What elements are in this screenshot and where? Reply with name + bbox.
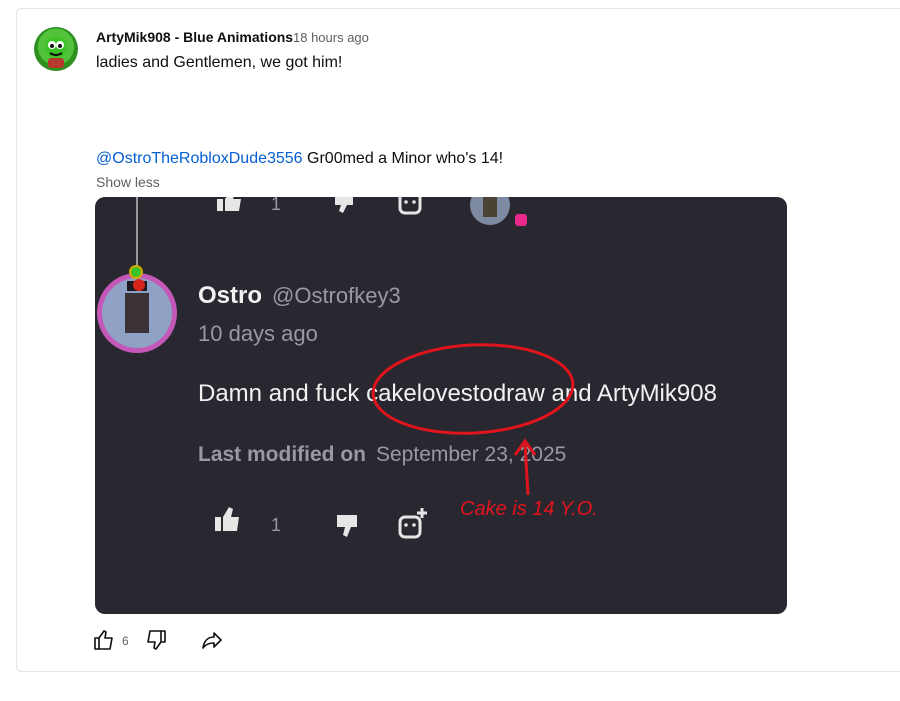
screenshot-user-avatar	[97, 265, 177, 353]
screenshot-thumbs-up-icon	[215, 507, 239, 531]
top-thumbs-down-icon	[335, 197, 353, 213]
like-button[interactable]	[92, 628, 116, 657]
modified-label: Last modified on	[198, 443, 366, 466]
screenshot-username: Ostro	[198, 282, 262, 309]
comment-text-rest: Gr00med a Minor who's 14!	[302, 150, 504, 167]
comment-author[interactable]: ArtyMik908 - Blue Animations	[96, 29, 293, 45]
thumbs-down-icon	[147, 630, 166, 650]
top-like-count: 1	[271, 197, 281, 214]
attached-screenshot: 1 Ostro @Ostrofkey3 10 days ago Damn and…	[95, 197, 787, 614]
red-annotation: Cake is 14 Y.O.	[371, 343, 598, 520]
screenshot-sticker-icon	[398, 508, 427, 539]
annotation-text: Cake is 14 Y.O.	[460, 498, 598, 520]
screenshot-time: 10 days ago	[198, 321, 318, 346]
top-avatar-icon	[470, 197, 527, 226]
top-sticker-icon	[398, 197, 422, 215]
screenshot-handle: @Ostrofkey3	[272, 283, 401, 308]
comment-text-line1: ladies and Gentlemen, we got him!	[96, 54, 343, 71]
share-button[interactable]	[200, 628, 224, 657]
avatar[interactable]	[34, 27, 78, 71]
comment-time[interactable]: 18 hours ago	[293, 30, 369, 45]
screenshot-message: Damn and fuck cakelovestodraw and ArtyMi…	[198, 380, 717, 407]
user-mention-link[interactable]: @OstroTheRobloxDude3556	[96, 150, 303, 167]
share-icon	[202, 632, 222, 649]
screenshot-thumbs-down-icon	[337, 515, 357, 537]
thumbs-up-icon	[94, 630, 113, 650]
modified-date: September 23, 2025	[376, 443, 566, 466]
comment-text-line2: @OstroTheRobloxDude3556 Gr00med a Minor …	[96, 150, 503, 168]
screenshot-like-count: 1	[271, 515, 281, 535]
like-count: 6	[122, 634, 129, 648]
show-less-button[interactable]: Show less	[96, 174, 160, 190]
dislike-button[interactable]	[144, 628, 168, 657]
top-thumbs-up-icon	[217, 197, 241, 211]
